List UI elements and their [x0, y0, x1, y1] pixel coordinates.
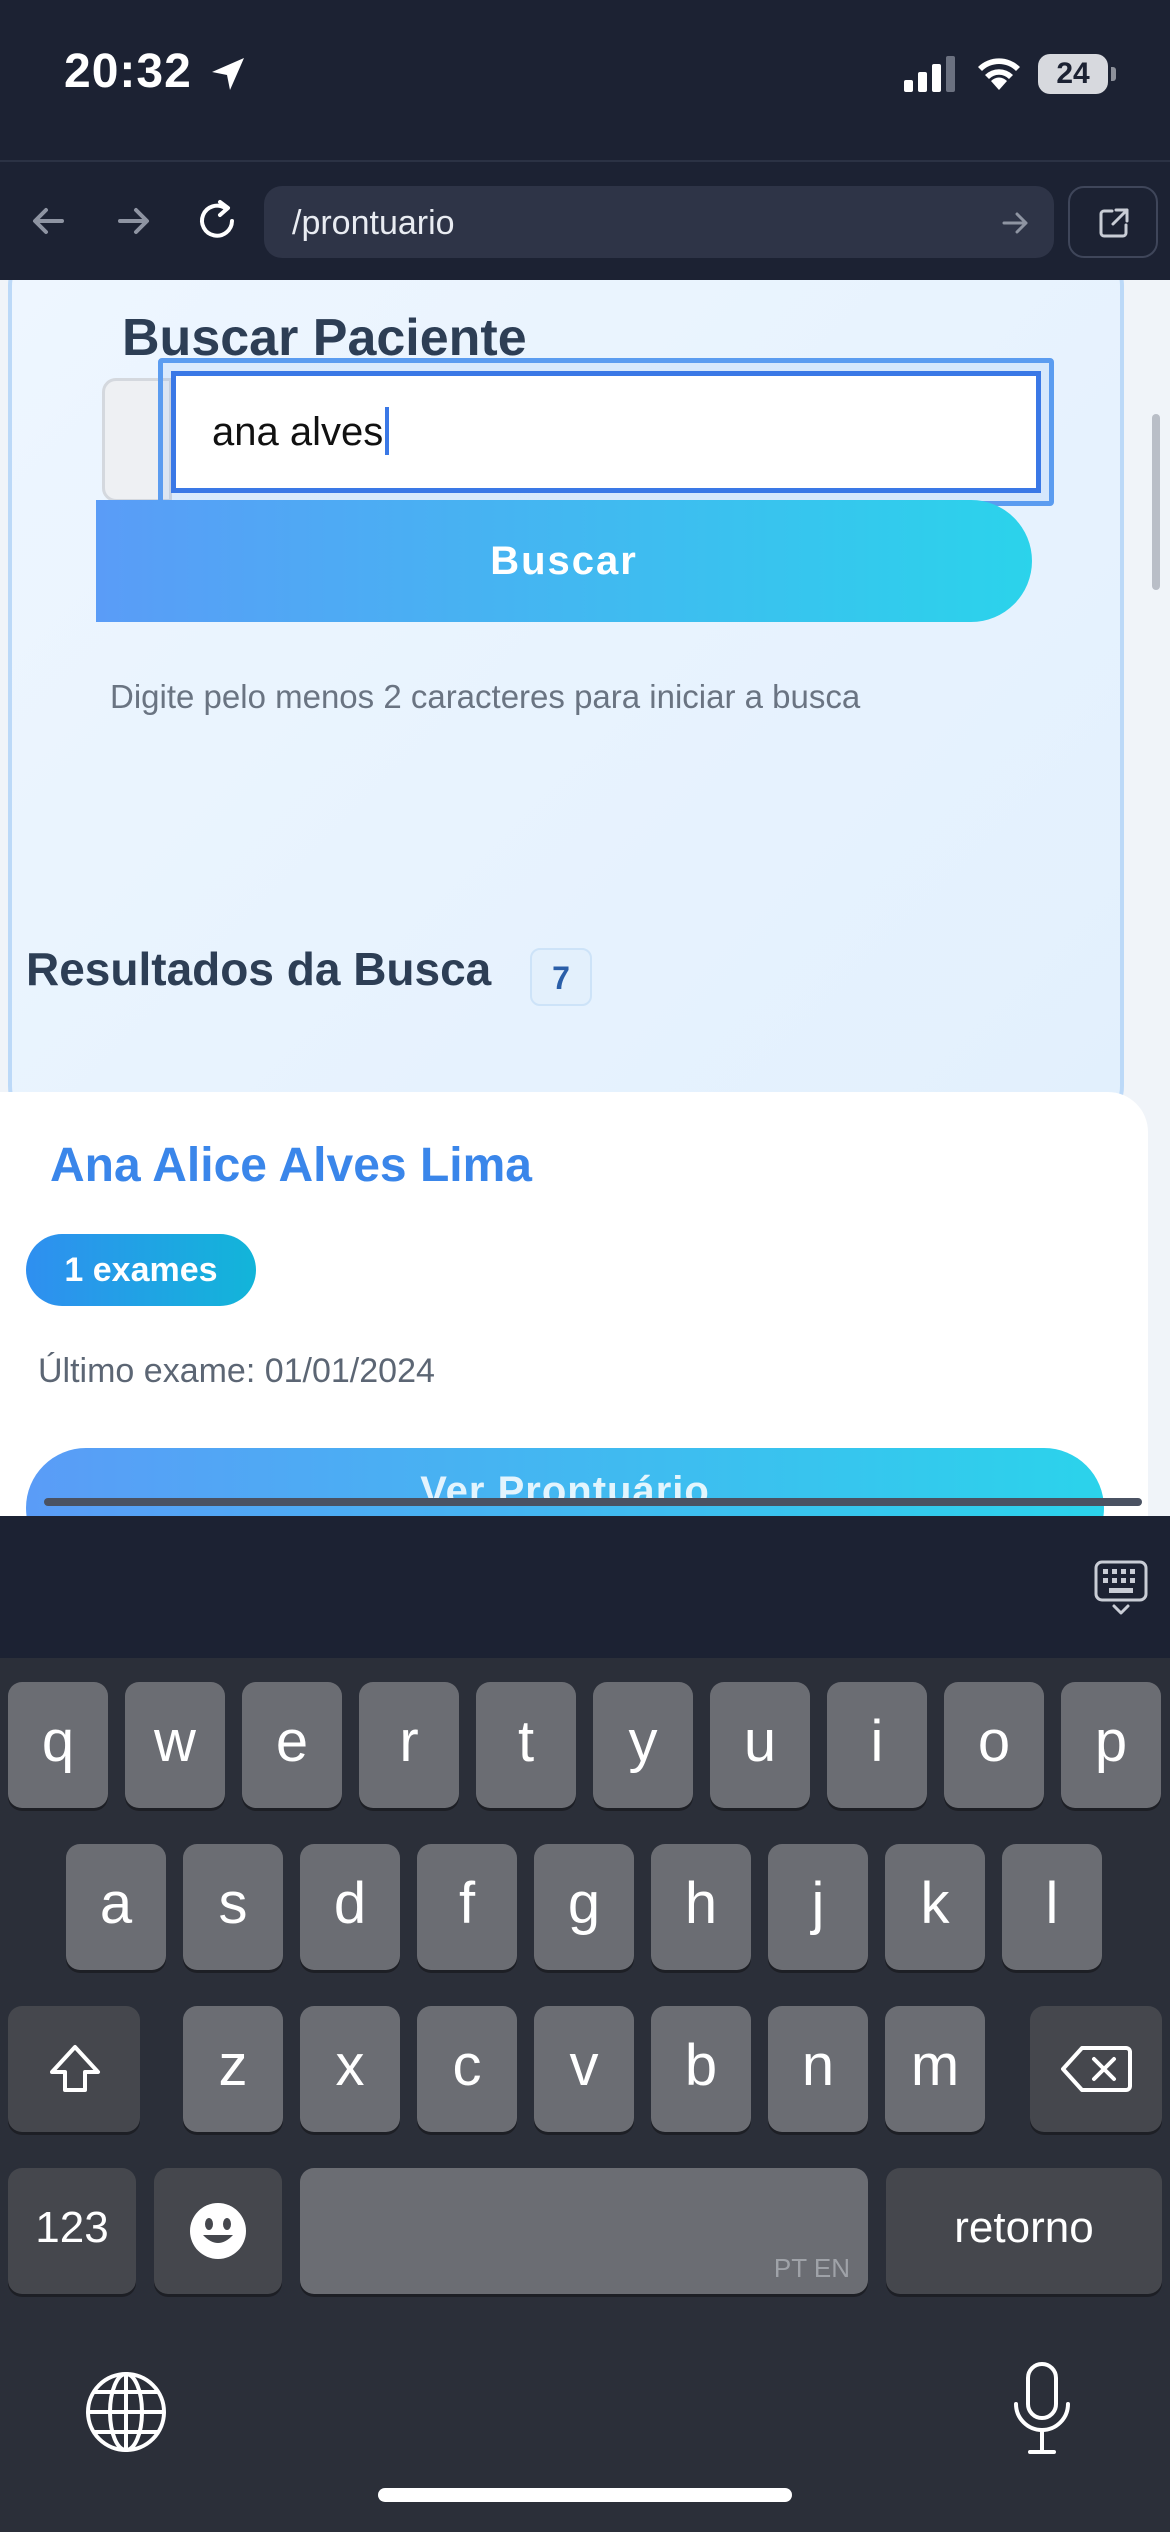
page-content: Buscar Paciente ana alves Buscar Digite … — [0, 280, 1170, 1516]
backspace-key[interactable] — [1030, 2006, 1162, 2132]
search-hint: Digite pelo menos 2 caracteres para inic… — [110, 678, 861, 715]
back-icon[interactable] — [24, 196, 74, 246]
shift-key[interactable] — [8, 2006, 140, 2132]
microphone-icon[interactable] — [1012, 2362, 1072, 2456]
url-text: /prontuario — [292, 204, 455, 242]
search-input-value: ana alves — [212, 407, 390, 456]
key-v[interactable]: v — [534, 2006, 634, 2132]
key-h[interactable]: h — [651, 1844, 751, 1970]
location-arrow-icon — [212, 58, 244, 90]
patient-card[interactable]: Ana Alice Alves Lima 1 exames Último exa… — [0, 1092, 1148, 1516]
space-bar[interactable]: PT EN — [300, 2168, 868, 2294]
key-r[interactable]: r — [359, 1682, 459, 1808]
backspace-icon — [1061, 2046, 1132, 2092]
last-exam-date: Último exame: 01/01/2024 — [38, 1352, 435, 1390]
space-language-label: PT EN — [773, 2253, 850, 2283]
search-button[interactable]: Buscar — [96, 500, 1032, 622]
status-bar: 20:32 24 — [0, 0, 1170, 160]
search-input-focus-ring: ana alves — [158, 358, 1054, 506]
key-o[interactable]: o — [944, 1682, 1044, 1808]
key-b[interactable]: b — [651, 2006, 751, 2132]
key-d[interactable]: d — [300, 1844, 400, 1970]
forward-icon[interactable] — [108, 196, 158, 246]
globe-icon[interactable] — [84, 2370, 168, 2454]
emoji-icon — [190, 2203, 246, 2259]
key-a[interactable]: a — [66, 1844, 166, 1970]
text-caret — [385, 407, 390, 456]
key-n[interactable]: n — [768, 2006, 868, 2132]
key-w[interactable]: w — [125, 1682, 225, 1808]
key-u[interactable]: u — [710, 1682, 810, 1808]
vertical-scrollbar[interactable] — [1152, 414, 1160, 590]
key-l[interactable]: l — [1002, 1844, 1102, 1970]
home-indicator[interactable] — [378, 2488, 792, 2502]
key-y[interactable]: y — [593, 1682, 693, 1808]
numbers-key[interactable]: 123 — [8, 2168, 136, 2294]
key-m[interactable]: m — [885, 2006, 985, 2132]
status-time: 20:32 — [64, 45, 192, 98]
battery-level: 24 — [1056, 57, 1090, 90]
browser-toolbar: /prontuario — [0, 160, 1170, 280]
emoji-key[interactable] — [154, 2168, 282, 2294]
url-field[interactable]: /prontuario — [264, 186, 1054, 258]
search-input[interactable]: ana alves — [171, 371, 1041, 493]
reload-icon[interactable] — [192, 196, 242, 246]
results-count-badge: 7 — [530, 948, 592, 1006]
key-s[interactable]: s — [183, 1844, 283, 1970]
exams-count-badge: 1 exames — [26, 1234, 256, 1306]
horizontal-scrollbar[interactable] — [44, 1498, 1142, 1506]
battery-indicator: 24 — [1038, 54, 1118, 94]
key-c[interactable]: c — [417, 2006, 517, 2132]
key-q[interactable]: q — [8, 1682, 108, 1808]
shift-icon — [50, 2045, 100, 2092]
key-e[interactable]: e — [242, 1682, 342, 1808]
return-key[interactable]: retorno — [886, 2168, 1162, 2294]
key-f[interactable]: f — [417, 1844, 517, 1970]
patient-name[interactable]: Ana Alice Alves Lima — [50, 1138, 532, 1193]
key-x[interactable]: x — [300, 2006, 400, 2132]
external-link-icon — [1099, 208, 1129, 238]
battery-tip — [1111, 67, 1116, 81]
go-arrow-icon[interactable] — [998, 206, 1032, 240]
key-p[interactable]: p — [1061, 1682, 1161, 1808]
cellular-signal-icon — [904, 56, 955, 92]
on-screen-keyboard: q w e r t y u i o p a s d f g h j k l z … — [0, 1658, 1170, 2532]
key-k[interactable]: k — [885, 1844, 985, 1970]
keyboard-toolbar — [0, 1516, 1170, 1658]
key-j[interactable]: j — [768, 1844, 868, 1970]
key-g[interactable]: g — [534, 1844, 634, 1970]
open-external-button[interactable] — [1068, 186, 1158, 258]
wifi-icon — [978, 58, 1020, 90]
results-title: Resultados da Busca — [26, 943, 492, 995]
key-i[interactable]: i — [827, 1682, 927, 1808]
key-z[interactable]: z — [183, 2006, 283, 2132]
key-t[interactable]: t — [476, 1682, 576, 1808]
keyboard-dismiss-icon[interactable] — [1094, 1560, 1148, 1616]
